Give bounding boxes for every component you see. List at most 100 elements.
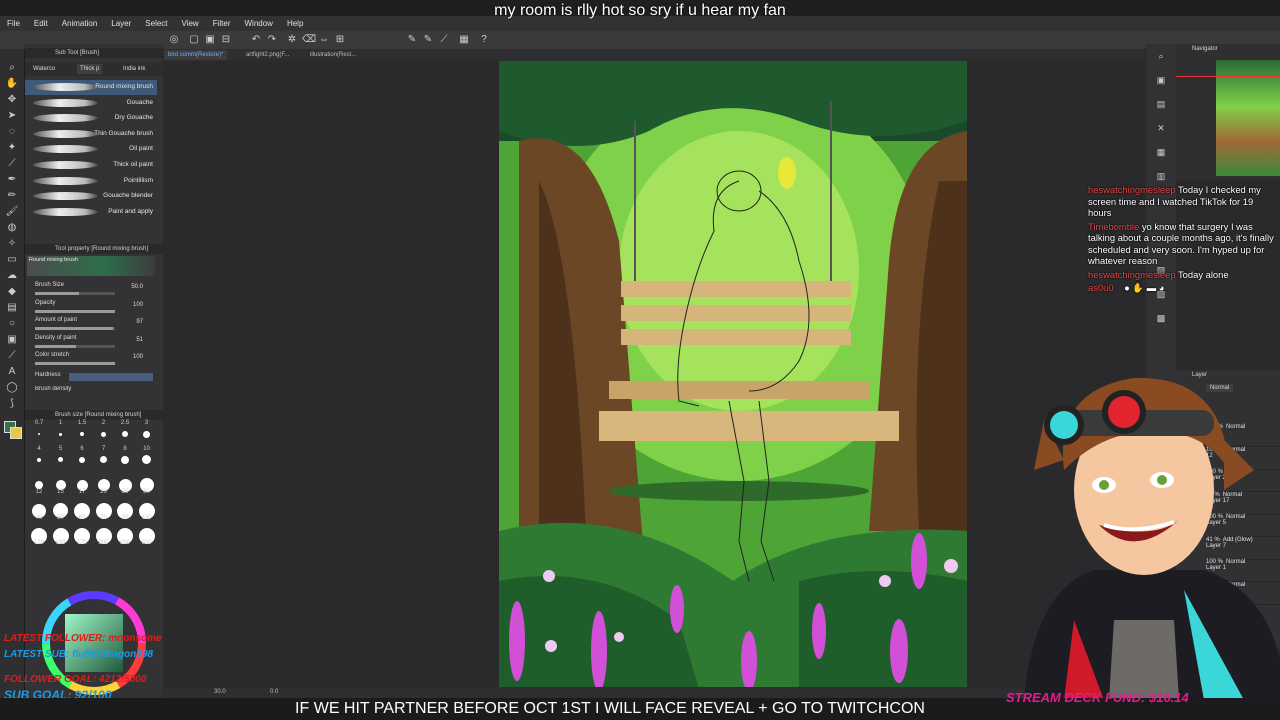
tool-property-row[interactable]: Density of paint 51 (35, 335, 155, 351)
brush-item[interactable]: Paint and apply (25, 205, 157, 220)
subtool-tab-watercolor[interactable]: Waterco (33, 64, 55, 74)
property-slider[interactable] (35, 362, 115, 365)
brush-item[interactable]: Thin Gouache brush (25, 127, 157, 142)
figure-tool-icon[interactable]: ○ (5, 317, 19, 331)
pen-tool-icon[interactable]: ✒ (5, 173, 19, 187)
brush-item[interactable]: Dry Gouache (25, 111, 157, 126)
panel-icon-8[interactable]: ▩ (1155, 312, 1167, 324)
property-value[interactable]: 100 (133, 354, 143, 360)
angle-value[interactable]: 0.0 (270, 689, 278, 695)
wand-tool-icon[interactable]: ✦ (5, 141, 19, 155)
brush-size-preset[interactable] (101, 431, 106, 437)
property-value[interactable]: 97 (136, 319, 143, 325)
blend-tool-icon[interactable]: ☁ (5, 269, 19, 283)
grid-icon[interactable]: ▦ (458, 34, 470, 46)
brush-label: Gouache (126, 98, 153, 106)
sub-color-swatch[interactable] (10, 427, 22, 439)
brush-size-preset[interactable] (38, 433, 40, 435)
brush-size-preset[interactable] (80, 432, 84, 436)
decoration-tool-icon[interactable]: ✧ (5, 237, 19, 251)
lasso-tool-icon[interactable]: ◌ (5, 125, 19, 139)
zoom-tool-icon[interactable]: ⌕ (5, 61, 19, 75)
brush-size-preset[interactable] (79, 456, 85, 463)
brush-size-preset[interactable] (37, 457, 41, 462)
brush-item[interactable]: Gouache (25, 96, 157, 111)
tool-property-row[interactable]: Color stretch 100 (35, 352, 155, 368)
hand-tool-icon[interactable]: ✋ (5, 77, 19, 91)
brush-size-preset[interactable] (121, 455, 129, 464)
brush-size-preset[interactable] (59, 432, 62, 436)
property-slider[interactable] (35, 292, 115, 295)
airbrush-tool-icon[interactable]: ◍ (5, 221, 19, 235)
operation-tool-icon[interactable]: ➤ (5, 109, 19, 123)
panel-icon-1[interactable]: ▣ (1155, 74, 1167, 86)
text-tool-icon[interactable]: A (5, 365, 19, 379)
document-tabs: bird comm(Restore)* artfight2.png(F... i… (164, 49, 1144, 61)
ruler-tool-icon[interactable]: ⟋ (5, 349, 19, 363)
brush-size-preset[interactable] (142, 455, 151, 464)
eraser-tool-icon[interactable]: ▭ (5, 253, 19, 267)
balloon-tool-icon[interactable]: ◯ (5, 381, 19, 395)
panel-icon-5[interactable]: ▥ (1155, 170, 1167, 182)
subtool-tab-thick-paint[interactable]: Thick p (77, 64, 103, 74)
tool-property-row[interactable]: Opacity 100 (35, 300, 155, 316)
pen-alt-icon[interactable]: ✎ (422, 34, 434, 46)
brush-item[interactable]: Thick oil paint (25, 158, 157, 173)
move-tool-icon[interactable]: ✥ (5, 93, 19, 107)
save-icon[interactable]: ⊟ (220, 34, 232, 46)
brush-label: Paint and apply (108, 207, 153, 215)
property-slider[interactable] (35, 309, 115, 313)
panel-icon-2[interactable]: ▤ (1155, 98, 1167, 110)
brush-size-preset[interactable] (35, 481, 43, 489)
brush-item[interactable]: Round mixing brush (25, 80, 157, 95)
doc-tab-artfight[interactable]: artfight2.png(F... (242, 50, 293, 60)
property-slider[interactable] (35, 327, 115, 330)
pen-icon[interactable]: ✎ (406, 34, 418, 46)
frame-tool-icon[interactable]: ▣ (5, 333, 19, 347)
pencil-tool-icon[interactable]: ✏ (5, 189, 19, 203)
open-folder-icon[interactable]: ▣ (204, 34, 216, 46)
brush-size-preset[interactable] (122, 431, 128, 437)
brush-size-preset[interactable] (58, 457, 63, 462)
gradient-tool-icon[interactable]: ▤ (5, 301, 19, 315)
search-icon[interactable]: ⌕ (1155, 50, 1167, 62)
property-value[interactable]: 51 (136, 337, 143, 343)
artwork-canvas[interactable] (499, 61, 967, 689)
brush-item[interactable]: Gouache blender (25, 189, 157, 204)
panel-icon-3[interactable]: ✕ (1155, 122, 1167, 134)
panel-icon-4[interactable]: ▦ (1155, 146, 1167, 158)
help-icon[interactable]: ? (478, 34, 490, 46)
brush-item[interactable]: Pointillism (25, 174, 157, 189)
new-file-icon[interactable]: ▢ (188, 34, 200, 46)
doc-tab-illustration[interactable]: illustration(Rest... (306, 50, 360, 60)
ruler-icon[interactable]: ⟋ (438, 34, 450, 46)
brush-size-preset[interactable] (143, 430, 150, 438)
loading-icon[interactable]: ✲ (286, 34, 298, 46)
brush-size-label: 7 (101, 445, 106, 452)
crop-icon[interactable]: ⊞ (334, 34, 346, 46)
redo-icon[interactable]: ↷ (266, 34, 278, 46)
property-value[interactable]: 50.0 (131, 284, 143, 290)
hardness-selector[interactable] (69, 373, 153, 381)
brush-item[interactable]: Oil paint (25, 142, 157, 157)
eyedropper-tool-icon[interactable]: ⟋ (5, 157, 19, 171)
transform-icon[interactable]: ⇔ (318, 34, 330, 46)
clear-icon[interactable]: ⌫ (302, 34, 316, 46)
brush-density-row[interactable]: Brush density (35, 386, 155, 394)
zoom-value[interactable]: 30.0 (214, 689, 226, 695)
subtool-tab-india-ink[interactable]: India ink (123, 64, 145, 74)
app-icon[interactable]: ◎ (168, 34, 180, 46)
fill-tool-icon[interactable]: ◆ (5, 285, 19, 299)
subtool-panel-header: Sub Tool [Brush] (25, 48, 163, 58)
tool-property-row[interactable]: Amount of paint 97 (35, 317, 155, 333)
property-value[interactable]: 100 (133, 302, 143, 308)
brush-tool-icon[interactable]: 🖌 (5, 205, 19, 219)
correct-line-tool-icon[interactable]: ⟆ (5, 397, 19, 411)
brush-size-preset[interactable] (100, 456, 107, 463)
undo-icon[interactable]: ↶ (250, 34, 262, 46)
tool-property-row[interactable]: Brush Size 50.0 (35, 282, 155, 298)
navigator-thumbnail[interactable] (1216, 60, 1280, 176)
property-slider[interactable] (35, 344, 115, 348)
doc-tab-bird-comm[interactable]: bird comm(Restore)* (164, 50, 228, 60)
brush-label: Thin Gouache brush (94, 129, 153, 137)
